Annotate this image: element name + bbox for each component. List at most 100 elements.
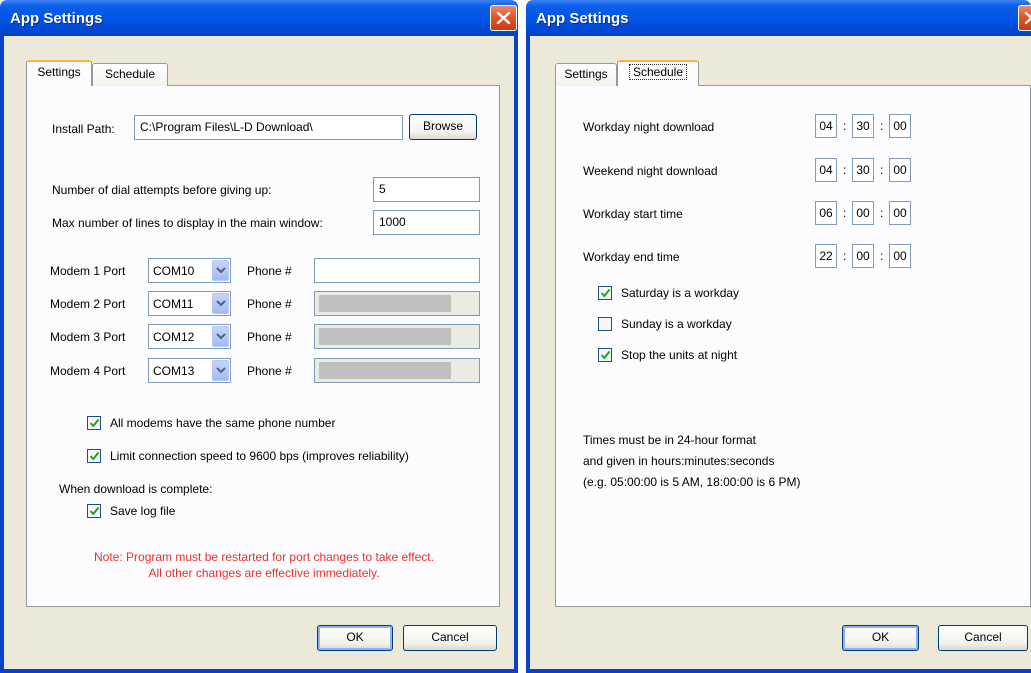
workday-start-label: Workday start time: [583, 207, 683, 221]
workday-end-hours[interactable]: 22: [815, 244, 837, 268]
tab-schedule[interactable]: Schedule: [92, 63, 168, 86]
check-icon: [600, 350, 611, 360]
modem-1-phone-label: Phone #: [247, 264, 292, 278]
sunday-workday-label: Sunday is a workday: [621, 317, 732, 331]
modem-4-phone-label: Phone #: [247, 364, 292, 378]
tab-settings[interactable]: Settings: [555, 63, 617, 86]
weekend-night-minutes[interactable]: 30: [852, 158, 874, 182]
modem-4-port-value: COM13: [153, 364, 195, 378]
saturday-workday-checkbox[interactable]: [598, 286, 612, 300]
window-title: App Settings: [10, 10, 103, 27]
dropdown-button[interactable]: [212, 260, 229, 281]
dial-attempts-label: Number of dial attempts before giving up…: [52, 183, 272, 197]
schedule-dialog: App Settings Settings Schedule Workday n…: [526, 0, 1031, 673]
time-separator: :: [843, 119, 847, 133]
disabled-fill: [319, 295, 451, 312]
modem-3-port-select[interactable]: COM12: [148, 324, 231, 349]
weekend-night-seconds[interactable]: 00: [889, 158, 911, 182]
close-button[interactable]: [490, 5, 517, 31]
restart-note: Note: Program must be restarted for port…: [27, 549, 501, 581]
cancel-button[interactable]: Cancel: [403, 625, 497, 651]
time-separator: :: [880, 206, 884, 220]
time-separator: :: [843, 249, 847, 263]
modem-2-phone-input: [314, 291, 480, 316]
close-button[interactable]: [1018, 5, 1031, 31]
modem-1-port-label: Modem 1 Port: [50, 264, 126, 278]
chevron-down-icon: [216, 300, 226, 307]
time-separator: :: [880, 119, 884, 133]
workday-end-minutes[interactable]: 00: [852, 244, 874, 268]
modem-4-port-select[interactable]: COM13: [148, 358, 231, 383]
modem-1-port-value: COM10: [153, 264, 195, 278]
limit-speed-checkbox[interactable]: [87, 449, 101, 463]
ok-button[interactable]: OK: [317, 625, 393, 651]
modem-2-port-select[interactable]: COM11: [148, 291, 231, 316]
workday-start-seconds[interactable]: 00: [889, 201, 911, 225]
dropdown-button[interactable]: [212, 326, 229, 347]
close-icon: [1024, 11, 1031, 25]
tab-settings[interactable]: Settings: [26, 60, 92, 86]
workday-night-seconds[interactable]: 00: [889, 114, 911, 138]
tab-settings-label: Settings: [37, 65, 81, 79]
window-title: App Settings: [536, 10, 629, 27]
dropdown-button[interactable]: [212, 293, 229, 314]
modem-3-port-label: Modem 3 Port: [50, 330, 126, 344]
disabled-fill: [319, 328, 451, 345]
stop-units-label: Stop the units at night: [621, 348, 738, 362]
info-line-1: Times must be in 24-hour format: [583, 433, 756, 447]
ok-button[interactable]: OK: [842, 625, 919, 651]
dropdown-button[interactable]: [212, 360, 229, 381]
dialog-body: Settings Schedule Workday night download…: [526, 36, 1031, 673]
same-phone-checkbox[interactable]: [87, 416, 101, 430]
saturday-workday-label: Saturday is a workday: [621, 286, 740, 300]
workday-start-hours[interactable]: 06: [815, 201, 837, 225]
dial-attempts-input[interactable]: 5: [373, 177, 480, 202]
limit-speed-label: Limit connection speed to 9600 bps (impr…: [110, 449, 409, 463]
workday-night-hours[interactable]: 04: [815, 114, 837, 138]
weekend-night-label: Weekend night download: [583, 164, 718, 178]
modem-2-phone-label: Phone #: [247, 297, 292, 311]
workday-end-label: Workday end time: [583, 250, 680, 264]
workday-end-seconds[interactable]: 00: [889, 244, 911, 268]
workday-night-label: Workday night download: [583, 120, 715, 134]
install-path-input[interactable]: C:\Program Files\L-D Download\: [134, 115, 403, 140]
title-bar[interactable]: App Settings: [526, 0, 1031, 36]
time-separator: :: [843, 163, 847, 177]
modem-3-port-value: COM12: [153, 330, 195, 344]
workday-night-minutes[interactable]: 30: [852, 114, 874, 138]
chevron-down-icon: [216, 367, 226, 374]
tab-schedule-label: Schedule: [104, 67, 156, 81]
info-line-3: (e.g. 05:00:00 is 5 AM, 18:00:00 is 6 PM…: [583, 475, 801, 489]
modem-1-phone-input[interactable]: [314, 258, 480, 283]
cancel-button[interactable]: Cancel: [938, 625, 1028, 651]
workday-start-minutes[interactable]: 00: [852, 201, 874, 225]
modem-3-phone-input: [314, 324, 480, 349]
max-lines-input[interactable]: 1000: [373, 210, 480, 235]
note-line-2: All other changes are effective immediat…: [148, 566, 380, 580]
close-icon: [496, 11, 511, 25]
same-phone-label: All modems have the same phone number: [110, 416, 336, 430]
chevron-down-icon: [216, 267, 226, 274]
tab-schedule[interactable]: Schedule: [617, 60, 699, 86]
schedule-panel: Workday night download 04 : 30 : 00 Week…: [555, 85, 1031, 607]
browse-button[interactable]: Browse: [409, 114, 477, 140]
max-lines-label: Max number of lines to display in the ma…: [52, 216, 323, 230]
time-separator: :: [880, 163, 884, 177]
weekend-night-hours[interactable]: 04: [815, 158, 837, 182]
title-bar[interactable]: App Settings: [0, 0, 518, 36]
time-format-info: Times must be in 24-hour format and give…: [583, 430, 800, 493]
sunday-workday-checkbox[interactable]: [598, 317, 612, 331]
modem-4-port-label: Modem 4 Port: [50, 364, 126, 378]
modem-1-port-select[interactable]: COM10: [148, 258, 231, 283]
check-icon: [89, 418, 100, 428]
install-path-label: Install Path:: [52, 122, 115, 136]
time-separator: :: [880, 249, 884, 263]
modem-2-port-value: COM11: [153, 297, 194, 311]
save-log-checkbox[interactable]: [87, 504, 101, 518]
check-icon: [89, 451, 100, 461]
when-complete-label: When download is complete:: [59, 482, 213, 496]
check-icon: [600, 288, 611, 298]
stop-units-checkbox[interactable]: [598, 348, 612, 362]
chevron-down-icon: [216, 333, 226, 340]
note-line-1: Note: Program must be restarted for port…: [94, 550, 434, 564]
